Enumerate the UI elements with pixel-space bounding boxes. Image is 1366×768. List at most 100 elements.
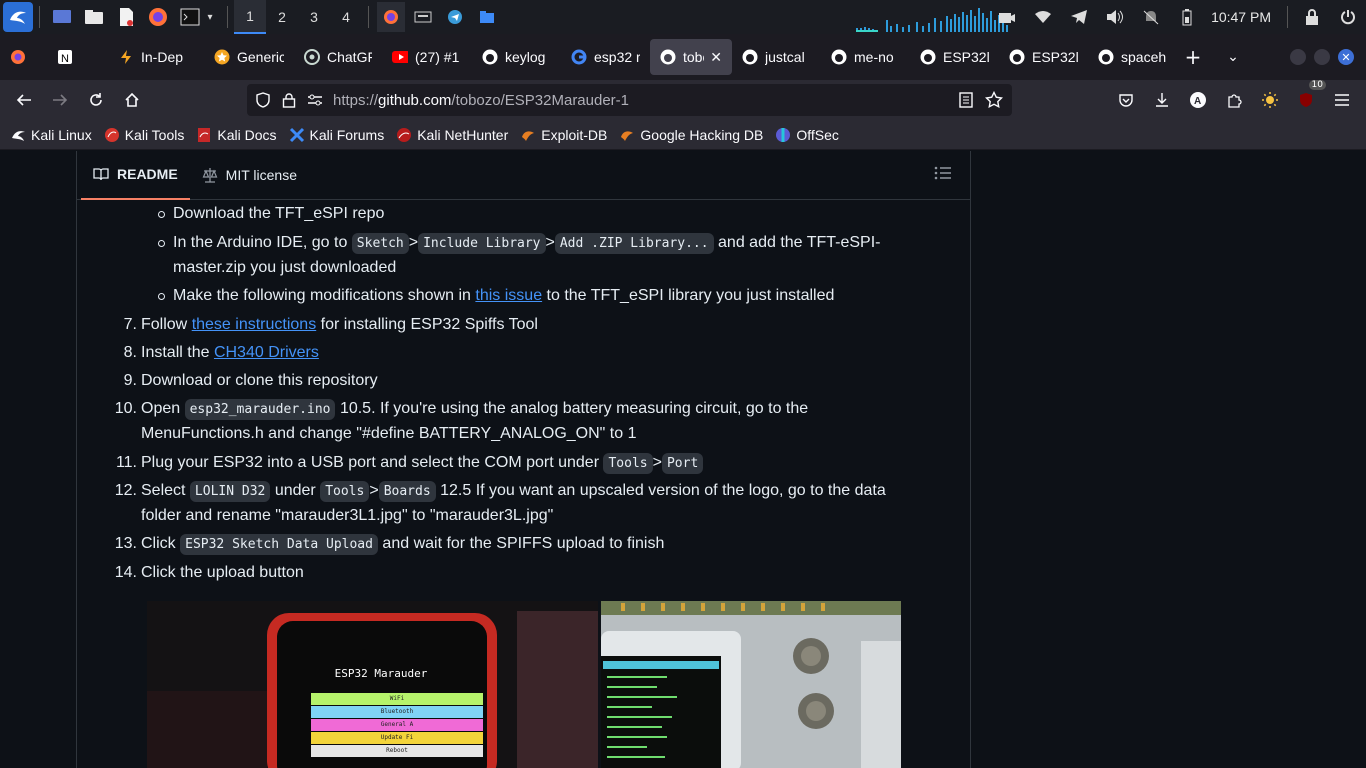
tab-readme[interactable]: README xyxy=(81,151,190,200)
pocket-button[interactable] xyxy=(1108,84,1144,116)
editor-launcher[interactable] xyxy=(115,6,137,28)
close-tab-icon[interactable]: ✕ xyxy=(710,49,722,66)
tab-label: Generic xyxy=(237,49,284,65)
account-button[interactable]: A xyxy=(1180,84,1216,116)
device-menu-item: Reboot xyxy=(311,745,483,757)
firefox-launcher[interactable] xyxy=(147,6,169,28)
this-issue-link[interactable]: this issue xyxy=(475,287,542,304)
tab-esp32-a[interactable]: ESP32l xyxy=(910,39,999,75)
bookmark-kali-docs[interactable]: Kali Docs xyxy=(196,127,277,143)
bookmark-google-hacking-db[interactable]: Google Hacking DB xyxy=(619,127,763,143)
bookmark-kali-forums[interactable]: Kali Forums xyxy=(289,127,384,143)
maximize-window-button[interactable] xyxy=(1314,49,1330,65)
marauder-device-photo[interactable]: ESP32 Marauder WiFi Bluetooth General A … xyxy=(147,601,598,768)
bookmark-kali-nethunter[interactable]: Kali NetHunter xyxy=(396,127,508,143)
bookmark-label: OffSec xyxy=(796,126,839,143)
tab-keylog[interactable]: keylog xyxy=(472,39,561,75)
tab-esp32-b[interactable]: ESP32l xyxy=(999,39,1088,75)
outline-button[interactable] xyxy=(934,165,954,185)
tab-spaceh[interactable]: spaceh xyxy=(1088,39,1177,75)
new-tab-button[interactable]: + xyxy=(1177,45,1209,69)
taskbar-keyboard[interactable] xyxy=(412,6,434,28)
permissions-icon[interactable] xyxy=(303,88,327,112)
workspace-1[interactable]: 1 xyxy=(234,0,266,34)
desktop-launcher[interactable] xyxy=(51,6,73,28)
tab-youtube[interactable]: (27) #1 xyxy=(382,39,472,75)
reader-view-icon[interactable] xyxy=(954,88,978,112)
extensions-button[interactable] xyxy=(1216,84,1252,116)
puzzle-icon xyxy=(1228,94,1242,108)
tab-notion[interactable]: N xyxy=(43,39,94,75)
taskbar-telegram[interactable] xyxy=(444,6,466,28)
kali-menu-button[interactable] xyxy=(3,2,33,32)
volume-icon[interactable] xyxy=(1105,7,1125,27)
lock-icon[interactable] xyxy=(1302,7,1322,27)
screen-recorder-icon[interactable] xyxy=(997,7,1017,27)
downloads-button[interactable] xyxy=(1144,84,1180,116)
arrow-right-icon xyxy=(53,94,68,106)
app-menu-button[interactable] xyxy=(1324,84,1360,116)
workspace-2[interactable]: 2 xyxy=(266,0,298,34)
tab-justcall[interactable]: justcal xyxy=(732,39,821,75)
terminal-launcher[interactable] xyxy=(179,6,201,28)
lock-icon[interactable] xyxy=(277,88,301,112)
bookmark-star-icon[interactable] xyxy=(982,88,1006,112)
reload-button[interactable] xyxy=(78,84,114,116)
inline-code: Add .ZIP Library... xyxy=(554,233,714,254)
shield-icon[interactable] xyxy=(251,88,275,112)
workspace-3[interactable]: 3 xyxy=(298,0,330,34)
bookmark-exploit-db[interactable]: Exploit-DB xyxy=(520,127,607,143)
url-text[interactable]: https://github.com/tobozo/ESP32Marauder-… xyxy=(333,92,629,109)
browser-tab-strip: N In-Dep Generic ChatGF (27) #1 keylog e… xyxy=(0,34,1366,80)
dark-reader-button[interactable] xyxy=(1252,84,1288,116)
tab-generic[interactable]: Generic xyxy=(204,39,294,75)
device-menu-item: Bluetooth xyxy=(311,706,483,718)
tab-firefox-view[interactable] xyxy=(0,39,43,75)
back-button[interactable] xyxy=(6,84,42,116)
list-item-text: Plug your ESP32 into a USB port and sele… xyxy=(141,454,600,471)
panel-separator xyxy=(1287,6,1288,28)
forward-button[interactable] xyxy=(42,84,78,116)
list-item-text: Install the xyxy=(141,344,210,361)
notifications-muted-icon[interactable] xyxy=(1141,7,1161,27)
ublock-button[interactable]: 10 xyxy=(1288,80,1326,116)
tab-esp32-search[interactable]: esp32 r xyxy=(561,39,650,75)
list-all-tabs-button[interactable]: ⌄ xyxy=(1217,49,1249,65)
marauder-board-photo[interactable] xyxy=(601,601,901,768)
list-item: Download the TFT_eSPI repo xyxy=(173,202,384,226)
telegram-tray-icon[interactable] xyxy=(1069,7,1089,27)
workspace-4[interactable]: 4 xyxy=(330,0,362,34)
tab-license[interactable]: MIT license xyxy=(190,151,309,200)
close-window-button[interactable]: ✕ xyxy=(1338,49,1354,65)
url-bar[interactable]: https://github.com/tobozo/ESP32Marauder-… xyxy=(247,84,1012,116)
taskbar-firefox[interactable] xyxy=(377,2,405,32)
bookmark-kali-linux[interactable]: Kali Linux xyxy=(10,127,92,143)
tab-tobozo-active[interactable]: tobo ✕ xyxy=(650,39,732,75)
keyboard-icon xyxy=(414,11,432,23)
these-instructions-link[interactable]: these instructions xyxy=(192,316,317,333)
pocket-icon xyxy=(1119,94,1133,107)
star-badge-icon xyxy=(214,49,230,65)
power-icon[interactable] xyxy=(1338,7,1358,27)
inline-code: Boards xyxy=(378,481,436,502)
list-item: Install the CH340 Drivers xyxy=(141,341,319,365)
ch340-drivers-link[interactable]: CH340 Drivers xyxy=(214,344,319,361)
bookmark-offsec[interactable]: OffSec xyxy=(775,127,839,143)
home-button[interactable] xyxy=(114,84,150,116)
tab-in-depth[interactable]: In-Dep xyxy=(108,39,204,75)
battery-icon[interactable] xyxy=(1177,7,1197,27)
files-launcher[interactable] xyxy=(83,6,105,28)
scale-icon xyxy=(202,167,218,183)
kali-dragon-icon xyxy=(10,127,26,143)
bookmark-kali-tools[interactable]: Kali Tools xyxy=(104,127,184,143)
tab-me-no[interactable]: me-no xyxy=(821,39,910,75)
separator-text: > xyxy=(369,482,379,499)
tab-chatgpt[interactable]: ChatGF xyxy=(294,39,382,75)
inline-code: esp32_marauder.ino xyxy=(184,399,336,420)
panel-clock[interactable]: 10:47 PM xyxy=(1211,9,1271,25)
kali-docs-icon xyxy=(196,127,212,143)
wifi-icon[interactable] xyxy=(1033,7,1053,27)
taskbar-folder[interactable] xyxy=(476,6,498,28)
chevron-down-icon[interactable]: ▾ xyxy=(204,6,216,28)
minimize-window-button[interactable] xyxy=(1290,49,1306,65)
